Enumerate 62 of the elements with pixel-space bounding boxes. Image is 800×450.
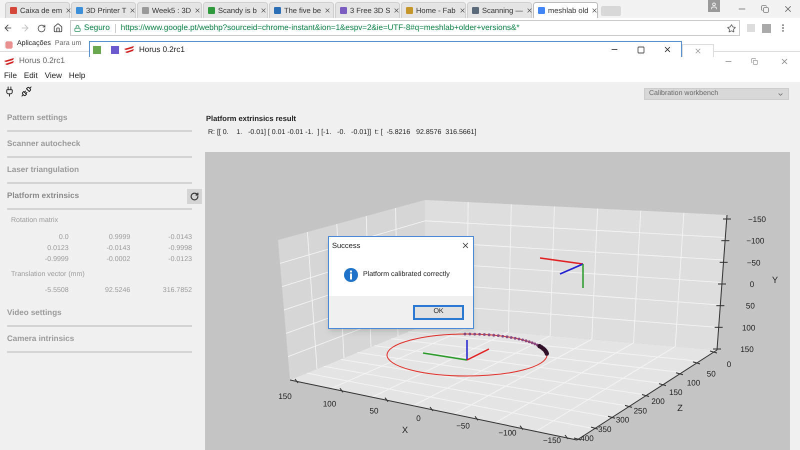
profile-button[interactable] <box>708 0 720 12</box>
menu-item[interactable]: Edit <box>24 70 38 82</box>
x-axis-title: X <box>402 425 408 435</box>
url-text: https://www.google.pt/webhp?sourceid=chrome-instant&ion=1&espv=2&ie=UTF-8#q=meshlab+older+versions&* <box>120 22 520 34</box>
horus-logo-icon <box>123 45 135 54</box>
close-icon[interactable] <box>663 45 672 54</box>
close-icon[interactable] <box>461 241 470 250</box>
platform-axes-drawing <box>422 340 490 361</box>
horus-logo-icon <box>3 56 15 66</box>
z-tick-label: 100 <box>686 378 700 388</box>
y-tick-label: −150 <box>748 215 766 224</box>
close-icon[interactable] <box>129 7 136 14</box>
close-icon[interactable] <box>65 7 72 14</box>
z-tick-label: 200 <box>651 397 665 406</box>
unplug-icon[interactable] <box>21 86 32 96</box>
apps-icon <box>5 40 13 48</box>
z-tick-label: 150 <box>669 388 682 397</box>
y-tick-label: 100 <box>742 323 756 332</box>
z-tick-label: 0 <box>726 360 732 369</box>
lock-icon <box>74 24 81 32</box>
address-field[interactable]: Seguro https://www.google.pt/webhp?sourceid=chrome-instant&ion=1&espv=2&ie=UTF-8#q=meshlab+older+versions&* <box>70 20 740 36</box>
chevron-down-icon <box>777 90 784 98</box>
z-tick-label: 250 <box>634 406 647 416</box>
close-icon[interactable] <box>591 7 598 14</box>
back-icon[interactable] <box>3 23 13 33</box>
refresh-icon <box>190 192 199 200</box>
z-tick-label: 50 <box>706 369 716 378</box>
x-tick-label: −50 <box>456 421 470 430</box>
close-icon[interactable] <box>393 7 400 14</box>
y-tick-label: 50 <box>746 302 755 311</box>
restore-icon[interactable] <box>761 5 769 13</box>
x-tick-label: 150 <box>278 392 292 401</box>
menu-item[interactable]: Help <box>68 70 86 82</box>
camera-axes-drawing <box>540 257 584 288</box>
restore-icon[interactable] <box>751 58 758 64</box>
reload-icon[interactable] <box>37 24 46 32</box>
close-icon[interactable] <box>526 7 533 14</box>
menu-item[interactable]: File <box>4 70 17 82</box>
z-tick-label: 350 <box>598 424 612 434</box>
x-tick-label: −100 <box>498 428 517 438</box>
refresh-button[interactable] <box>187 188 202 204</box>
x-tick-label: −150 <box>542 436 562 445</box>
security-label: Seguro <box>84 22 110 34</box>
menu-item[interactable]: View <box>44 70 62 82</box>
y-tick-label: 150 <box>740 345 754 354</box>
z-tick-label: 400 <box>580 434 594 443</box>
y-tick-label: 0 <box>750 280 754 289</box>
y-axis-title: Y <box>772 275 778 285</box>
z-tick-label: 300 <box>616 416 630 424</box>
window-title: Horus 0.2rc1 <box>139 44 185 56</box>
star-icon[interactable] <box>727 24 736 32</box>
window-title: Horus 0.2rc1 <box>19 55 65 67</box>
y-tick-label: −50 <box>746 258 760 268</box>
plug-icon[interactable] <box>4 86 15 96</box>
y-tick-label: −100 <box>746 236 764 246</box>
info-icon <box>344 268 358 282</box>
home-icon[interactable] <box>53 23 63 33</box>
x-tick-label: 100 <box>322 399 336 408</box>
z-axis-title: Z <box>677 403 683 413</box>
maximize-icon[interactable] <box>637 46 645 54</box>
x-tick-label: 50 <box>370 406 378 416</box>
x-tick-label: 0 <box>416 414 421 423</box>
